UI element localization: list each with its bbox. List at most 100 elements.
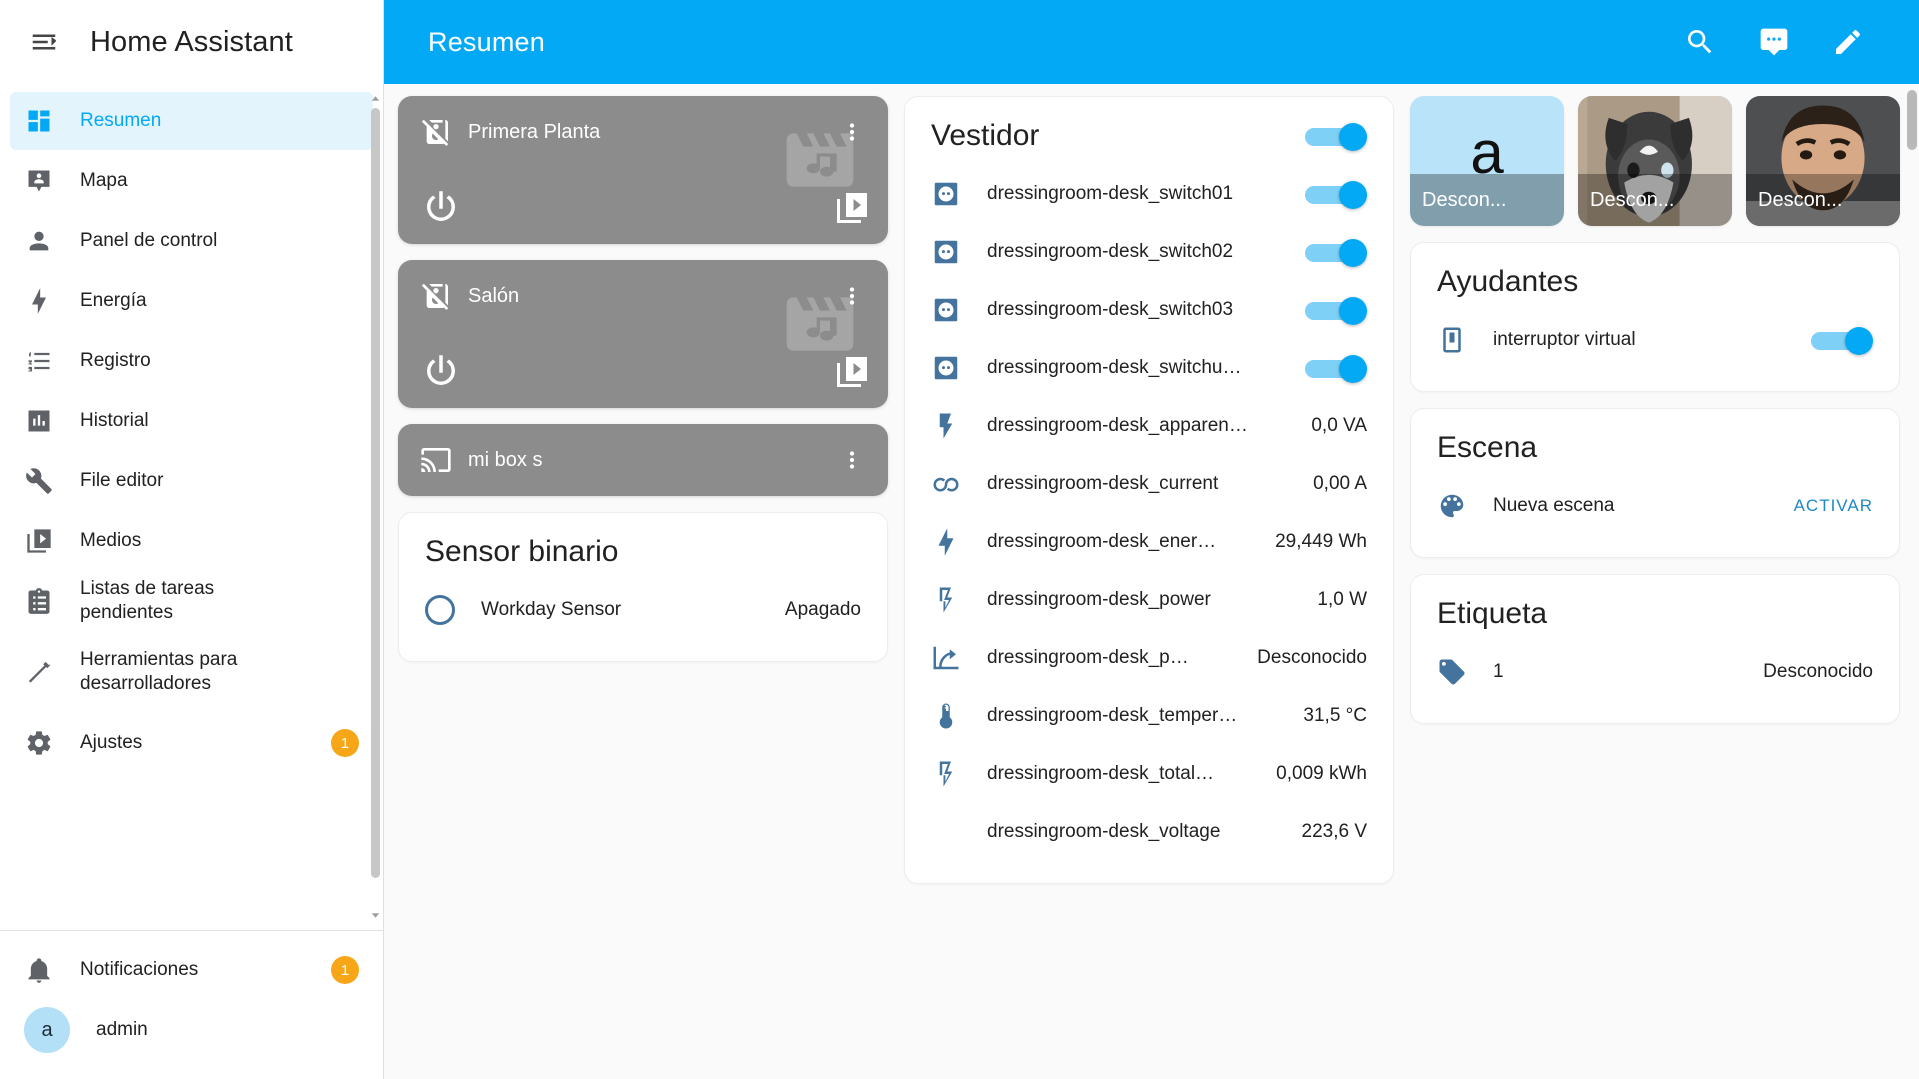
- entity-row-power-factor[interactable]: dressingroom-desk_p… Desconocido: [931, 629, 1367, 687]
- entity-value: 0,00 A: [1313, 473, 1367, 495]
- dots-vertical-icon[interactable]: [830, 110, 874, 154]
- sidebar-item-user-admin[interactable]: a admin: [10, 1001, 373, 1059]
- sine-wave-icon: [931, 469, 961, 499]
- media-player-card-salon[interactable]: Salón: [398, 260, 888, 408]
- palette-icon: [1437, 491, 1467, 521]
- entity-value: 29,449 Wh: [1275, 531, 1367, 553]
- entity-toggle[interactable]: [1811, 327, 1873, 353]
- entity-toggle[interactable]: [1305, 239, 1367, 265]
- entity-rows: interruptor virtual: [1411, 303, 1899, 391]
- entity-row-switchu[interactable]: dressingroom-desk_switchu…: [931, 339, 1367, 397]
- entity-toggle[interactable]: [1305, 355, 1367, 381]
- entity-row-switch01[interactable]: dressingroom-desk_switch01: [931, 165, 1367, 223]
- sidebar-item-listas-de-tareas[interactable]: Listas de tareas pendientes: [10, 572, 373, 630]
- entity-name: dressingroom-desk_switch03: [987, 299, 1279, 321]
- sidebar-item-energia[interactable]: Energía: [10, 272, 373, 330]
- entity-toggle[interactable]: [1305, 181, 1367, 207]
- sidebar-scrollbar[interactable]: [371, 94, 380, 920]
- entity-row-temperature[interactable]: dressingroom-desk_temper… 31,5 °C: [931, 687, 1367, 745]
- sidebar-header: Home Assistant: [0, 0, 383, 84]
- sidebar-item-medios[interactable]: Medios: [10, 512, 373, 570]
- sidebar-item-notificaciones[interactable]: Notificaciones 1: [10, 941, 373, 999]
- lightning-bolt-icon: [24, 286, 54, 316]
- clipboard-list-icon: [24, 586, 54, 616]
- status-badge: 1: [331, 729, 359, 757]
- entity-row-switch02[interactable]: dressingroom-desk_switch02: [931, 223, 1367, 281]
- vestidor-header-toggle[interactable]: [1305, 123, 1367, 149]
- sidebar-item-panel-de-control[interactable]: Panel de control: [10, 212, 373, 270]
- view-dashboard-icon: [24, 106, 54, 136]
- person-state: Descon...: [1578, 174, 1732, 226]
- media-player-card-mi-box-s[interactable]: mi box s: [398, 424, 888, 496]
- sidebar-item-mapa[interactable]: Mapa: [10, 152, 373, 210]
- account-icon: [24, 226, 54, 256]
- power-socket-icon: [931, 295, 961, 325]
- pencil-icon[interactable]: [1823, 17, 1873, 67]
- entity-value: 0,009 kWh: [1276, 763, 1367, 785]
- dots-vertical-icon[interactable]: [830, 274, 874, 318]
- media-player-header: mi box s: [398, 424, 888, 476]
- dots-vertical-icon[interactable]: [830, 438, 874, 482]
- tag-icon: [1437, 657, 1467, 687]
- sidebar-item-registro[interactable]: Registro: [10, 332, 373, 390]
- entity-row-label-1[interactable]: 1 Desconocido: [1437, 643, 1873, 701]
- toggle-switch-variant-icon: [1437, 325, 1467, 355]
- sidebar-item-historial[interactable]: Historial: [10, 392, 373, 450]
- dashboard-column-1: Primera Planta: [398, 96, 888, 662]
- dashboard-column-2: Vestidor dressingroom-desk_switch01: [904, 96, 1394, 884]
- flash-outline-icon: [931, 759, 961, 789]
- media-player-name: mi box s: [468, 449, 542, 472]
- flash-icon: [931, 411, 961, 441]
- sidebar-item-ajustes[interactable]: Ajustes 1: [10, 714, 373, 772]
- entity-row-nueva-escena[interactable]: Nueva escena ACTIVAR: [1437, 477, 1873, 535]
- entity-row-workday-sensor[interactable]: Workday Sensor Apagado: [425, 581, 861, 639]
- power-icon[interactable]: [420, 350, 462, 392]
- activate-button[interactable]: ACTIVAR: [1794, 496, 1873, 516]
- entity-row-current[interactable]: dressingroom-desk_current 0,00 A: [931, 455, 1367, 513]
- entity-name: dressingroom-desk_current: [987, 473, 1275, 495]
- sidebar-item-resumen[interactable]: Resumen: [10, 92, 373, 150]
- entity-row-apparent-power[interactable]: dressingroom-desk_apparen… 0,0 VA: [931, 397, 1367, 455]
- content-scrollbar-thumb[interactable]: [1907, 90, 1917, 150]
- play-box-multiple-icon[interactable]: [834, 190, 870, 226]
- entity-row-interruptor-virtual[interactable]: interruptor virtual: [1437, 311, 1873, 369]
- media-player-name: Primera Planta: [468, 121, 600, 144]
- play-box-multiple-icon[interactable]: [834, 354, 870, 390]
- entity-name: dressingroom-desk_power: [987, 589, 1279, 611]
- person-state: Descon...: [1410, 174, 1564, 226]
- card-title: Etiqueta: [1411, 575, 1899, 635]
- sidebar-item-file-editor[interactable]: File editor: [10, 452, 373, 510]
- sidebar-item-label: File editor: [80, 469, 163, 493]
- entity-row-total-energy[interactable]: dressingroom-desk_total… 0,009 kWh: [931, 745, 1367, 803]
- dashboard-column-3: a Descon...: [1410, 96, 1900, 724]
- assist-icon[interactable]: [1749, 17, 1799, 67]
- entity-row-switch03[interactable]: dressingroom-desk_switch03: [931, 281, 1367, 339]
- person-badge-man[interactable]: Descon...: [1746, 96, 1900, 226]
- media-player-card-primera-planta[interactable]: Primera Planta: [398, 96, 888, 244]
- scene-card: Escena Nueva escena ACTIVAR: [1410, 408, 1900, 558]
- entity-row-energy[interactable]: dressingroom-desk_ener… 29,449 Wh: [931, 513, 1367, 571]
- entity-value: Desconocido: [1763, 661, 1873, 683]
- toggle-knob: [1339, 239, 1367, 267]
- main-area: Resumen: [384, 0, 1919, 1079]
- card-title: Escena: [1411, 409, 1899, 469]
- entity-row-power[interactable]: dressingroom-desk_power 1,0 W: [931, 571, 1367, 629]
- entity-toggle[interactable]: [1305, 297, 1367, 323]
- menu-collapse-icon[interactable]: [16, 14, 72, 70]
- entity-row-voltage[interactable]: dressingroom-desk_voltage 223,6 V: [931, 803, 1367, 861]
- entity-rows: Nueva escena ACTIVAR: [1411, 469, 1899, 557]
- sidebar-item-herramientas-desarrolladores[interactable]: Herramientas para desarrolladores: [10, 632, 373, 712]
- sidebar-item-label: Energía: [80, 289, 147, 313]
- person-badge-admin[interactable]: a Descon...: [1410, 96, 1564, 226]
- entity-value: Desconocido: [1257, 647, 1367, 669]
- toggle-knob: [1845, 327, 1873, 355]
- person-badge-dog[interactable]: Descon...: [1578, 96, 1732, 226]
- chevron-up-icon: [371, 94, 380, 103]
- sidebar-item-label: Herramientas para desarrolladores: [80, 648, 310, 697]
- sidebar-scrollbar-thumb[interactable]: [371, 108, 380, 878]
- format-list-bulleted-icon: [24, 346, 54, 376]
- person-badges-row: a Descon...: [1410, 96, 1900, 226]
- search-icon[interactable]: [1675, 17, 1725, 67]
- power-icon[interactable]: [420, 186, 462, 228]
- toggle-knob: [1339, 297, 1367, 325]
